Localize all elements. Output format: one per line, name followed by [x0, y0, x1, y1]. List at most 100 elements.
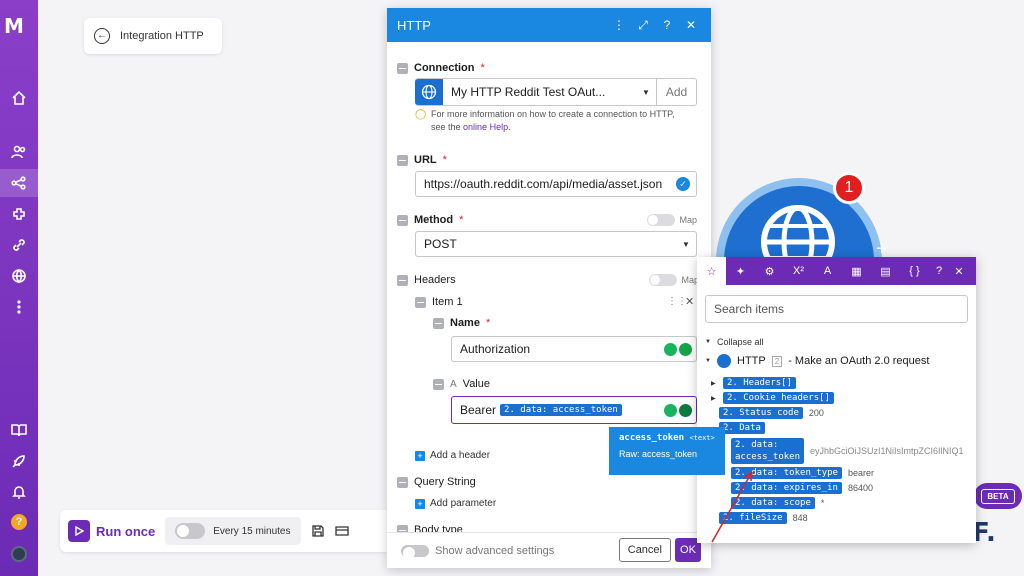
toggle-switch[interactable]	[647, 214, 676, 226]
collapse-checkbox[interactable]	[433, 317, 444, 329]
drag-handle-icon[interactable]: ⋮⋮	[667, 296, 687, 307]
module-output-header[interactable]: ▼ HTTP 2 - Make an OAuth 2.0 request	[705, 354, 929, 368]
name-field-section[interactable]: Name *	[433, 317, 490, 329]
rocket-icon[interactable]	[0, 447, 38, 475]
assistant-icons[interactable]	[664, 342, 692, 356]
mapper-item[interactable]: 2. Status code 200	[719, 407, 824, 419]
connection-select[interactable]: My HTTP Reddit Test OAut... ▼ Add	[415, 78, 697, 106]
item-pill[interactable]: 2. Data	[719, 422, 765, 434]
tab-text-icon[interactable]: A	[813, 257, 842, 285]
collapse-checkbox[interactable]	[397, 154, 408, 166]
expand-icon[interactable]: ⤢	[633, 18, 653, 33]
body-type-section[interactable]: Body type	[397, 524, 463, 532]
url-input[interactable]: https://oauth.reddit.com/api/media/asset…	[415, 171, 697, 197]
team-icon[interactable]	[0, 138, 38, 166]
collapse-checkbox[interactable]	[397, 214, 408, 226]
online-help-link[interactable]: online Help	[463, 122, 508, 132]
cancel-button[interactable]: Cancel	[618, 538, 671, 562]
method-select[interactable]: POST ▼	[415, 231, 697, 257]
help-icon[interactable]: ?	[657, 18, 677, 32]
item-pill[interactable]: 2. data: expires_in	[731, 482, 842, 494]
chevron-down-icon[interactable]: ▼	[682, 240, 696, 249]
tab-ai-sparkle-icon[interactable]: ✦	[726, 257, 755, 285]
mapper-item[interactable]: 2. data: scope *	[731, 497, 824, 509]
headers-section[interactable]: Headers	[397, 274, 456, 286]
back-arrow-icon[interactable]: ←	[94, 28, 110, 44]
chevron-down-icon[interactable]: ▼	[642, 88, 656, 97]
method-map-toggle[interactable]: Map	[647, 214, 697, 226]
operations-badge[interactable]: 1	[833, 172, 865, 204]
assistant-icons[interactable]	[664, 403, 692, 417]
more-icon[interactable]	[0, 293, 38, 321]
header-name-input[interactable]: Authorization	[451, 336, 697, 362]
app-logo[interactable]: M	[4, 14, 24, 38]
item-pill[interactable]: 2. Cookie headers[]	[723, 392, 834, 404]
url-section[interactable]: URL *	[397, 154, 447, 166]
tab-array-table-icon[interactable]: ▤	[871, 257, 900, 285]
schedule-control[interactable]: Every 15 minutes	[165, 517, 301, 545]
home-icon[interactable]	[0, 84, 38, 112]
schedule-toggle[interactable]	[175, 523, 206, 539]
tab-general-gear-icon[interactable]: ⚙	[755, 257, 784, 285]
mapper-item-access-token[interactable]: 2. data: access_token eyJhbGciOiJSUzI1Ni…	[729, 437, 970, 465]
mapped-token-pill[interactable]: 2. data: access_token	[500, 404, 622, 416]
avatar[interactable]	[0, 540, 38, 568]
kebab-menu-icon[interactable]: ⋮	[609, 18, 629, 32]
collapse-checkbox[interactable]	[397, 476, 408, 488]
add-connection-button[interactable]: Add	[656, 79, 696, 105]
collapse-checkbox[interactable]	[397, 524, 408, 532]
item-pill[interactable]: 2. data: token_type	[731, 467, 842, 479]
connections-icon[interactable]	[0, 231, 38, 259]
apps-icon[interactable]	[0, 200, 38, 228]
mapper-item[interactable]: 2. data: token_type bearer	[731, 467, 874, 479]
header-item-1[interactable]: Item 1	[415, 296, 463, 308]
collapse-checkbox[interactable]	[433, 378, 444, 390]
grammarly-icon[interactable]	[679, 342, 692, 356]
toggle-switch[interactable]	[649, 274, 678, 286]
help-icon[interactable]: ?	[929, 257, 949, 285]
collapse-all-button[interactable]: ▼ Collapse all	[705, 337, 764, 347]
mapper-item[interactable]: 2. fileSize 848	[719, 512, 808, 524]
remove-item-icon[interactable]: ✕	[685, 295, 694, 308]
tab-date-calendar-icon[interactable]: ▦	[842, 257, 871, 285]
tab-math-icon[interactable]: X²	[784, 257, 813, 285]
bell-icon[interactable]	[0, 478, 38, 506]
item-pill[interactable]: 2. fileSize	[719, 512, 787, 524]
close-icon[interactable]: ✕	[949, 257, 969, 285]
mapper-item[interactable]: 2. Data	[719, 422, 765, 434]
headers-map-toggle[interactable]: Map	[649, 274, 699, 286]
search-items-input[interactable]: Search items	[705, 295, 968, 323]
collapse-checkbox[interactable]	[397, 274, 408, 286]
add-header-button[interactable]: + Add a header	[415, 450, 490, 461]
item-pill[interactable]: 2. data: scope	[731, 497, 815, 509]
beta-button[interactable]: BETA	[974, 483, 1022, 509]
webhooks-icon[interactable]	[0, 262, 38, 290]
mapper-item[interactable]: 2. data: expires_in 86400	[731, 482, 873, 494]
hint-icon[interactable]	[664, 403, 677, 417]
run-once-button[interactable]: Run once	[68, 520, 155, 542]
value-field-section[interactable]: A Value	[433, 378, 490, 390]
header-value-input[interactable]: Bearer 2. data: access_token	[451, 396, 697, 424]
help-icon[interactable]: ?	[0, 508, 38, 536]
breadcrumb[interactable]: ← Integration HTTP	[84, 18, 222, 54]
layout-icon[interactable]	[334, 524, 349, 538]
mapper-item[interactable]: ▶ 2. Cookie headers[]	[711, 392, 834, 404]
item-pill[interactable]: 2. Status code	[719, 407, 803, 419]
grammarly-icon[interactable]	[679, 403, 692, 417]
tab-favorites-star-icon[interactable]: ☆	[697, 257, 726, 285]
collapse-checkbox[interactable]	[415, 296, 426, 308]
mapper-item[interactable]: ▶ 2. Headers[]	[711, 377, 797, 389]
item-pill[interactable]: 2. data: access_token	[729, 437, 806, 465]
scenarios-icon[interactable]	[0, 169, 38, 197]
hint-icon[interactable]	[664, 342, 677, 356]
save-icon[interactable]	[311, 524, 325, 538]
advanced-settings-toggle[interactable]	[401, 544, 429, 559]
docs-icon[interactable]	[0, 416, 38, 444]
item-pill[interactable]: 2. Headers[]	[723, 377, 797, 389]
tab-functions-braces-icon[interactable]: { }	[900, 257, 929, 285]
query-string-section[interactable]: Query String	[397, 476, 476, 488]
connection-section[interactable]: Connection *	[397, 62, 485, 74]
collapse-checkbox[interactable]	[397, 62, 408, 74]
close-icon[interactable]: ✕	[681, 18, 701, 32]
add-parameter-button[interactable]: + Add parameter	[415, 498, 496, 509]
